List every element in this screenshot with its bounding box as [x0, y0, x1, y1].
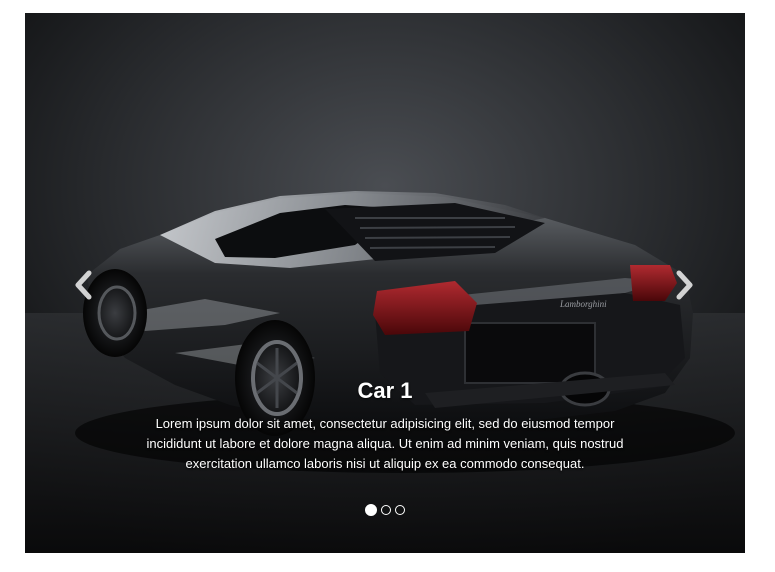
carousel-prev-button[interactable] [63, 263, 103, 307]
carousel-next-button[interactable] [665, 263, 705, 307]
carousel-indicator-3[interactable] [395, 505, 405, 515]
chevron-right-icon [676, 270, 693, 300]
carousel-indicator-2[interactable] [381, 505, 391, 515]
svg-text:Lamborghini: Lamborghini [559, 299, 607, 309]
carousel-indicators [25, 504, 745, 516]
carousel-indicator-1[interactable] [365, 504, 377, 516]
image-carousel: Lamborghini Car 1 Lorem ipsum dolor sit … [25, 13, 745, 553]
slide-title: Car 1 [357, 378, 413, 403]
chevron-left-icon [75, 270, 92, 300]
slide-description: Lorem ipsum dolor sit amet, consectetur … [146, 416, 624, 471]
slide-caption: Car 1 Lorem ipsum dolor sit amet, consec… [145, 378, 625, 474]
